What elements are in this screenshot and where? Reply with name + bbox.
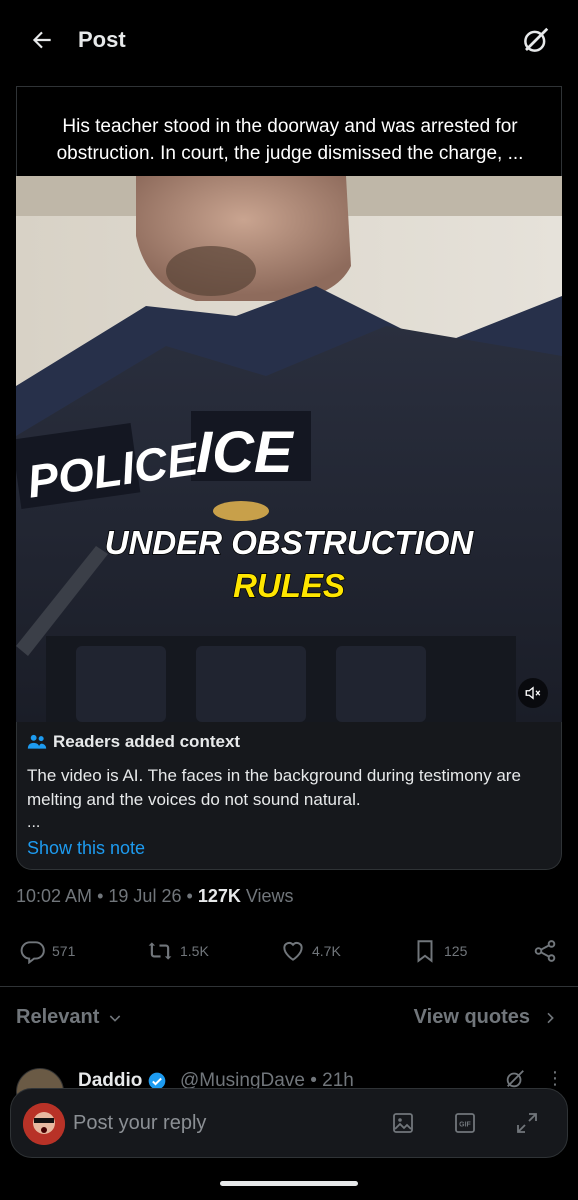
readers-icon [27, 734, 47, 749]
repost-button[interactable]: 1.5K [146, 930, 209, 972]
page-title: Post [78, 27, 126, 52]
home-indicator[interactable] [220, 1181, 358, 1186]
reply-count: 571 [52, 943, 76, 959]
post-time: 10:02 AM [16, 886, 93, 906]
post-meta: 10:02 AM • 19 Jul 26 • 127K Views [16, 886, 294, 907]
share-icon [534, 940, 556, 962]
bookmark-button[interactable]: 125 [412, 930, 467, 972]
top-bar: Post [0, 0, 578, 82]
expand-icon [517, 1113, 537, 1133]
views-count[interactable]: 127K [198, 886, 241, 906]
video-frame: POLICE ICE UNDER OBSTRUCTION RULES [16, 176, 562, 722]
back-button[interactable] [24, 22, 60, 58]
expand-button[interactable] [513, 1109, 541, 1137]
repost-icon [148, 942, 172, 960]
repost-count: 1.5K [180, 943, 209, 959]
share-button[interactable] [532, 930, 558, 972]
svg-text:GIF: GIF [459, 1122, 471, 1129]
image-icon [393, 1113, 413, 1133]
post-caption-box: His teacher stood in the doorway and was… [16, 86, 562, 176]
action-bar: 571 1.5K 4.7K 125 [0, 930, 578, 972]
view-quotes-label: View quotes [413, 1006, 530, 1028]
gif-icon: GIF [455, 1113, 475, 1133]
relevant-dropdown[interactable]: Relevant [16, 1006, 123, 1029]
show-note-link[interactable]: Show this note [27, 838, 145, 859]
note-ellipsis: ... [27, 814, 41, 831]
meta-separator: • [186, 886, 193, 906]
views-label: Views [245, 886, 294, 906]
patch-ice-text: ICE [196, 420, 295, 485]
image-button[interactable] [389, 1109, 417, 1137]
bookmark-count: 125 [444, 943, 468, 959]
like-count: 4.7K [312, 943, 341, 959]
reply-button[interactable]: 571 [20, 930, 75, 972]
post-date: 19 Jul 26 [108, 886, 182, 906]
mute-button[interactable] [518, 678, 548, 708]
back-arrow-icon [32, 31, 51, 49]
note-body: The video is AI. The faces in the backgr… [27, 766, 521, 809]
chevron-down-icon [110, 1014, 121, 1022]
like-button[interactable]: 4.7K [280, 930, 341, 972]
overlay-line1: UNDER OBSTRUCTION [105, 524, 475, 561]
overlay-line2: RULES [233, 567, 345, 604]
avatar [23, 1103, 65, 1145]
grok-icon [524, 27, 549, 52]
reply-composer[interactable]: Post your reply GIF [10, 1088, 568, 1158]
view-quotes-button[interactable]: View quotes [414, 1006, 558, 1029]
chevron-right-icon [547, 1012, 554, 1023]
bookmark-icon [417, 940, 433, 963]
reply-input[interactable]: Post your reply [73, 1112, 206, 1135]
note-header: Readers added context [27, 732, 240, 752]
post-caption: His teacher stood in the doorway and was… [56, 116, 524, 164]
more-icon[interactable]: ⋮ [546, 1068, 564, 1089]
grok-icon [506, 1070, 524, 1088]
reply-icon [20, 941, 45, 964]
like-icon [283, 941, 303, 961]
divider [0, 986, 578, 987]
relevant-label: Relevant [16, 1006, 100, 1028]
mute-icon [525, 686, 541, 700]
meta-separator: • [97, 886, 104, 906]
community-note: Readers added context The video is AI. T… [16, 722, 562, 870]
gif-button[interactable]: GIF [451, 1109, 479, 1137]
grok-button[interactable] [518, 22, 554, 58]
note-title: Readers added context [53, 732, 241, 751]
post-video[interactable]: POLICE ICE UNDER OBSTRUCTION RULES [16, 176, 562, 722]
